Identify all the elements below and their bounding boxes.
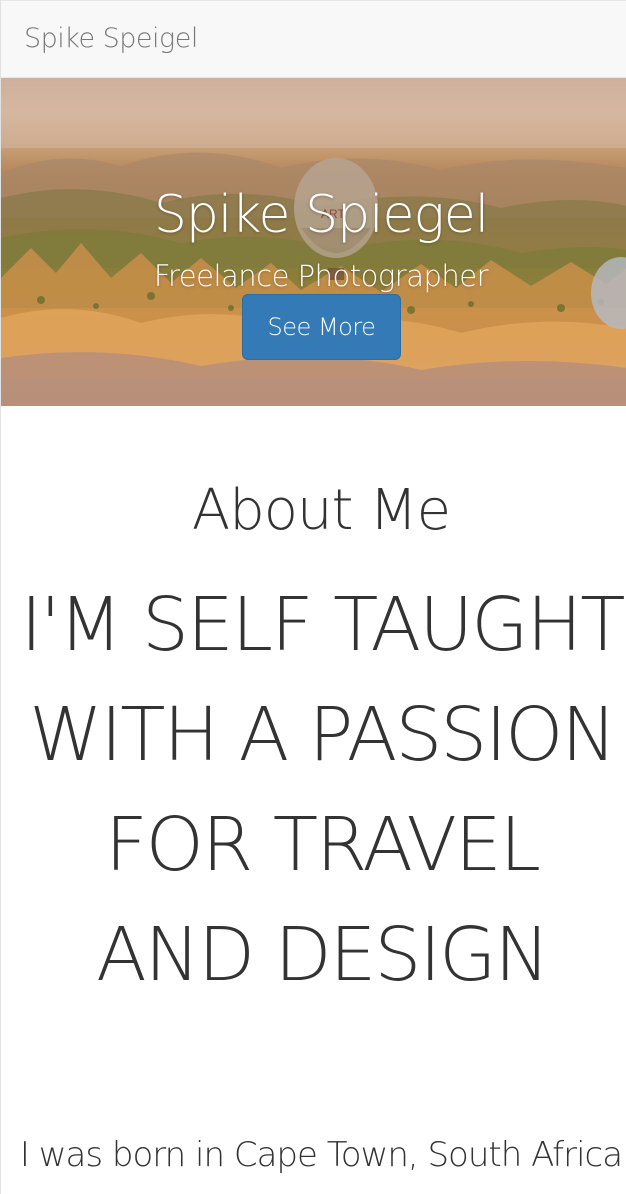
about-tagline: I'M SELF TAUGHT WITH A PASSION FOR TRAVE… [20,582,625,998]
navbar-brand[interactable]: Spike Speigel [24,23,198,54]
page: Spike Speigel ART Spike Spiegel Freelanc… [0,0,626,1194]
see-more-button[interactable]: See More [242,294,401,360]
navbar: Spike Speigel [1,0,626,78]
about-body-text: I was born in Cape Town, South Africa [19,1135,623,1175]
hero-title: Spike Spiegel [153,184,489,245]
about-heading: About Me [191,478,451,543]
hero-banner: ART Spike Spiegel Freelance Photographer… [1,78,626,406]
hero-subtitle: Freelance Photographer [153,259,489,293]
